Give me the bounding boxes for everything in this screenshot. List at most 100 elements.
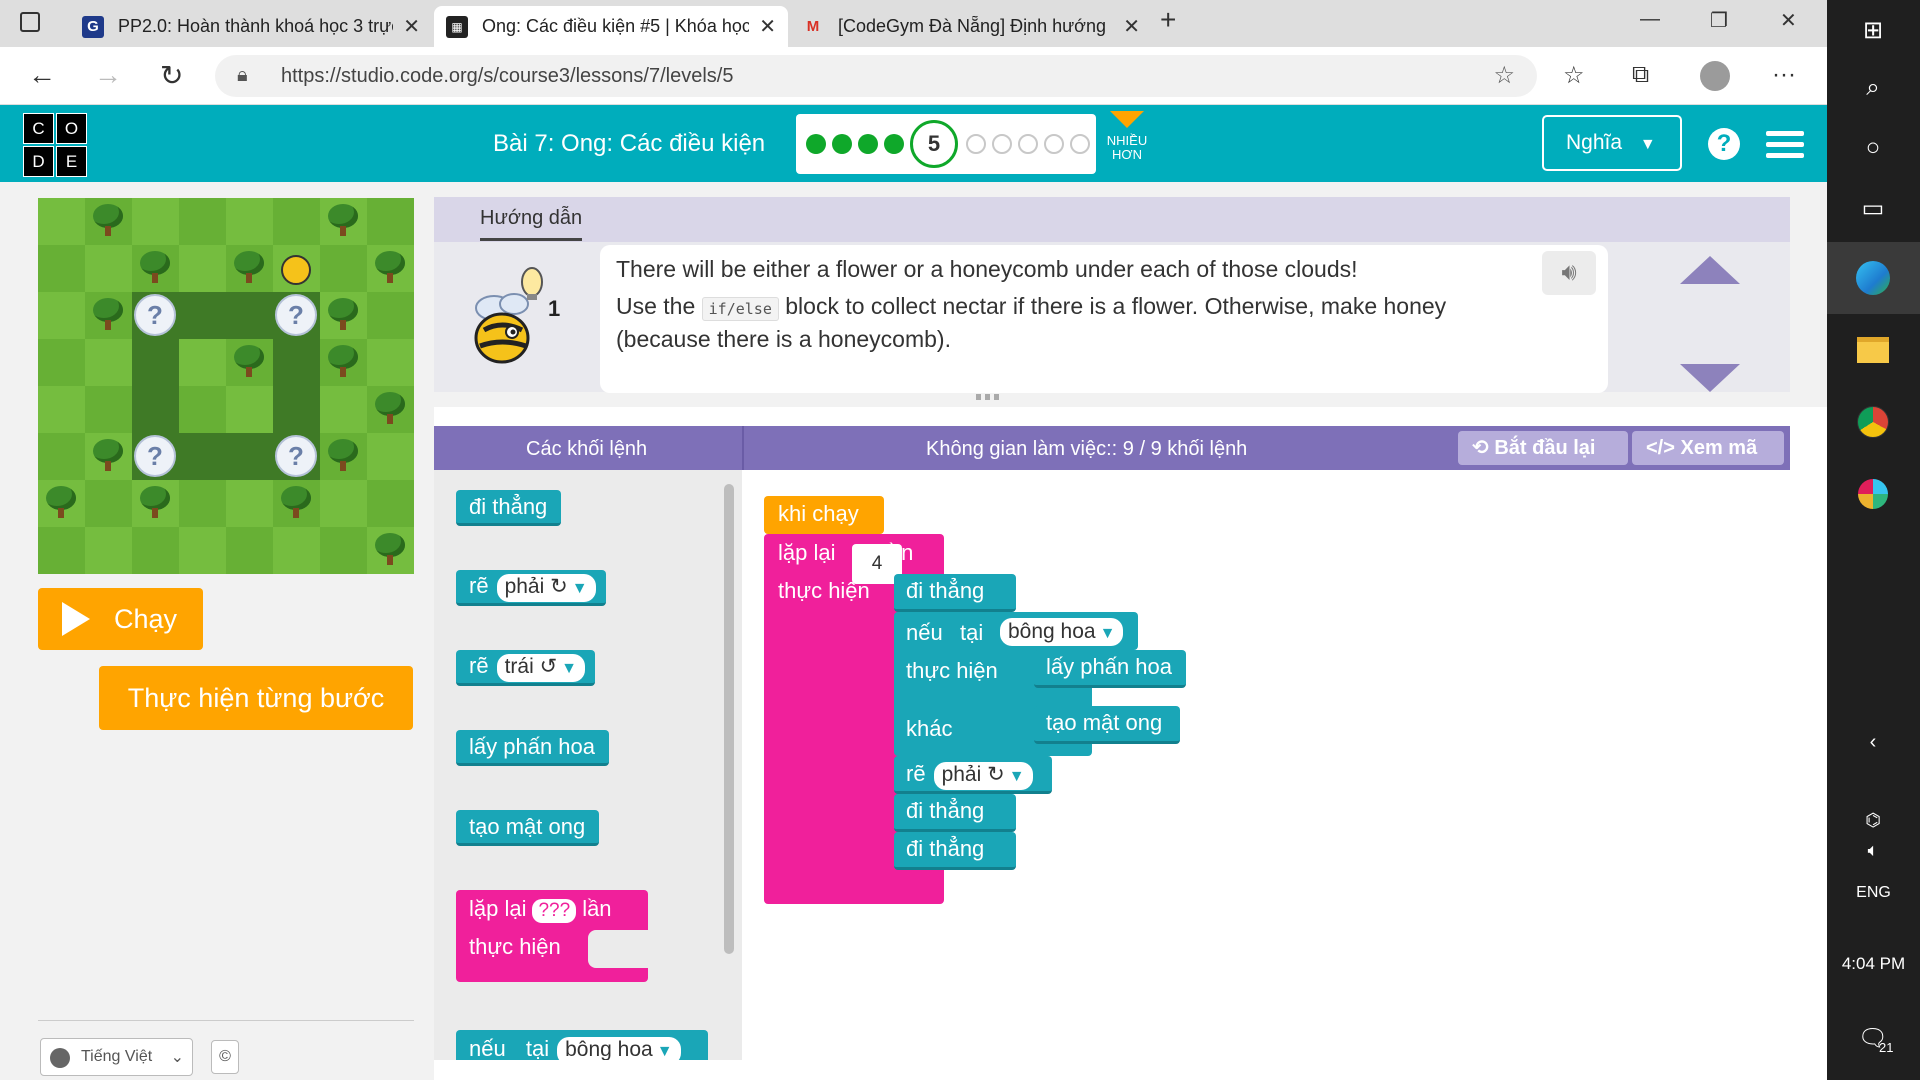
- search-icon[interactable]: ⌕: [1853, 68, 1893, 108]
- new-tab-button[interactable]: +: [1160, 4, 1176, 36]
- run-button[interactable]: Chạy: [38, 588, 203, 650]
- direction-dropdown[interactable]: phải ↻ ▼: [496, 574, 596, 602]
- forward-button[interactable]: →: [94, 59, 122, 91]
- close-tab-icon[interactable]: ✕: [403, 14, 420, 39]
- toolbox-block-make-honey[interactable]: tạo mật ong: [456, 810, 600, 846]
- browser-tab-3[interactable]: M [CodeGym Đà Nẵng] Định hướng ✕: [790, 6, 1152, 47]
- tree-trunk: [340, 320, 346, 330]
- caret-down-icon: ▼: [1639, 136, 1656, 153]
- minimize-button[interactable]: —: [1640, 8, 1660, 31]
- progress-dot[interactable]: [1018, 134, 1038, 154]
- edge-icon[interactable]: [1853, 258, 1893, 298]
- toolbox-block-move-forward[interactable]: đi thẳng: [456, 490, 562, 526]
- scroll-down-icon[interactable]: [1680, 364, 1740, 392]
- statement-slot[interactable]: [588, 930, 648, 968]
- collections-icon[interactable]: ⧉: [1632, 61, 1649, 89]
- progress-dot-completed[interactable]: [884, 134, 904, 154]
- progress-dot-completed[interactable]: [806, 134, 826, 154]
- turn-right-block[interactable]: rẽ phải ↻ ▼: [894, 756, 1052, 794]
- reload-button[interactable]: ↻: [160, 59, 183, 92]
- logo-letter: E: [56, 146, 87, 177]
- block-label: tại: [525, 1036, 550, 1060]
- add-favorite-icon[interactable]: ☆: [1493, 61, 1515, 90]
- slack-logo: [1858, 479, 1888, 509]
- progress-dot-completed[interactable]: [832, 134, 852, 154]
- browser-tab-1[interactable]: G PP2.0: Hoàn thành khoá học 3 trực ✕: [70, 6, 432, 47]
- when-run-block[interactable]: khi chạy: [764, 496, 884, 534]
- toolbox-block-repeat[interactable]: lặp lại??? lần thực hiện: [456, 890, 648, 982]
- move-forward-block[interactable]: đi thẳng: [894, 832, 1016, 870]
- browser-tab-2[interactable]: ▦ Ong: Các điều kiện #5 | Khóa học ✕: [434, 6, 788, 47]
- condition-dropdown[interactable]: bông hoa ▼: [557, 1037, 681, 1060]
- task-view-icon[interactable]: ▭: [1853, 188, 1893, 228]
- file-explorer-icon[interactable]: [1853, 330, 1893, 370]
- block-label: rẽ: [469, 653, 489, 678]
- cortana-icon[interactable]: ○: [1853, 128, 1893, 168]
- tree-icon: [232, 345, 266, 379]
- step-button[interactable]: Thực hiện từng bước: [99, 666, 413, 730]
- help-icon[interactable]: ?: [1708, 128, 1740, 160]
- scroll-up-icon[interactable]: [1680, 256, 1740, 284]
- url-field[interactable]: 🔒︎ https://studio.code.org/s/course3/les…: [215, 55, 1537, 97]
- slack-icon[interactable]: [1853, 474, 1893, 514]
- input-language[interactable]: ENG: [1827, 884, 1920, 902]
- hamburger-menu-icon[interactable]: [1766, 131, 1804, 164]
- windows-start-icon[interactable]: ⊞: [1853, 10, 1893, 50]
- close-tab-icon[interactable]: ✕: [1123, 14, 1140, 39]
- toolbox-scrollbar[interactable]: [724, 484, 734, 954]
- close-tab-icon[interactable]: ✕: [759, 14, 776, 39]
- instructions-line-1: There will be either a flower or a honey…: [616, 256, 1358, 282]
- code-snippet: if/else: [701, 297, 779, 321]
- resize-handle[interactable]: [976, 394, 1000, 400]
- maximize-button[interactable]: ❐: [1710, 8, 1728, 33]
- code-logo[interactable]: C O D E: [23, 113, 87, 177]
- volume-icon[interactable]: 🔈︎: [1853, 830, 1893, 870]
- lesson-title[interactable]: Bài 7: Ong: Các điều kiện: [493, 130, 765, 158]
- progress-dot[interactable]: [966, 134, 986, 154]
- repeat-count-field[interactable]: ???: [532, 899, 577, 923]
- profile-avatar[interactable]: [1700, 61, 1730, 91]
- move-forward-block[interactable]: đi thẳng: [894, 794, 1016, 832]
- toolbox-block-if[interactable]: nếu tại bông hoa ▼: [456, 1030, 708, 1060]
- favorites-icon[interactable]: ☆: [1563, 61, 1585, 90]
- show-code-button[interactable]: </> Xem mã: [1632, 431, 1784, 465]
- chrome-icon[interactable]: [1853, 402, 1893, 442]
- tree-icon: [138, 486, 172, 520]
- progress-dot[interactable]: [1070, 134, 1090, 154]
- current-level-bubble[interactable]: 5: [910, 120, 958, 168]
- tab-instructions[interactable]: Hướng dẫn: [480, 207, 583, 241]
- bee-hint-image[interactable]: 1: [464, 260, 564, 370]
- get-nectar-block[interactable]: lấy phấn hoa: [1034, 650, 1186, 688]
- run-label: Chạy: [114, 604, 178, 634]
- more-levels-button[interactable]: NHIỀU HƠN: [1102, 111, 1152, 162]
- toolbox-block-get-nectar[interactable]: lấy phấn hoa: [456, 730, 609, 766]
- toolbox-block-turn-left[interactable]: rẽ trái ↺ ▼: [456, 650, 596, 686]
- toolbox-block-turn-right[interactable]: rẽ phải ↻ ▼: [456, 570, 606, 606]
- progress-dot[interactable]: [992, 134, 1012, 154]
- more-menu-icon[interactable]: ···: [1772, 61, 1796, 89]
- lock-icon[interactable]: 🔒︎: [237, 64, 248, 87]
- tab-actions-icon[interactable]: [20, 12, 40, 32]
- clock[interactable]: 4:04 PM: [1827, 954, 1920, 974]
- close-window-button[interactable]: ✕: [1780, 8, 1797, 33]
- tree-icon: [326, 298, 360, 332]
- tree-icon: [326, 345, 360, 379]
- tab-title: [CodeGym Đà Nẵng] Định hướng: [838, 16, 1106, 36]
- block-label: lấy phấn hoa: [469, 734, 595, 759]
- copyright-button[interactable]: ©: [211, 1040, 239, 1074]
- move-forward-block[interactable]: đi thẳng: [894, 574, 1016, 612]
- chevron-left-icon[interactable]: ‹: [1853, 722, 1893, 762]
- make-honey-block[interactable]: tạo mật ong: [1034, 706, 1180, 744]
- back-button[interactable]: ←: [28, 59, 56, 91]
- maze-tile: [179, 527, 226, 574]
- progress-dot[interactable]: [1044, 134, 1064, 154]
- text-to-speech-icon[interactable]: 🔊︎: [1542, 251, 1596, 295]
- reset-button[interactable]: ⟲ Bắt đầu lại: [1458, 431, 1628, 465]
- divider: [38, 1020, 414, 1021]
- direction-dropdown[interactable]: trái ↺ ▼: [496, 654, 586, 682]
- condition-dropdown[interactable]: bông hoa ▼: [1000, 618, 1124, 646]
- direction-dropdown[interactable]: phải ↻ ▼: [933, 762, 1033, 790]
- language-select[interactable]: Tiếng Việt ⌄: [40, 1038, 193, 1076]
- progress-dot-completed[interactable]: [858, 134, 878, 154]
- user-menu-button[interactable]: Nghĩa ▼: [1542, 115, 1682, 171]
